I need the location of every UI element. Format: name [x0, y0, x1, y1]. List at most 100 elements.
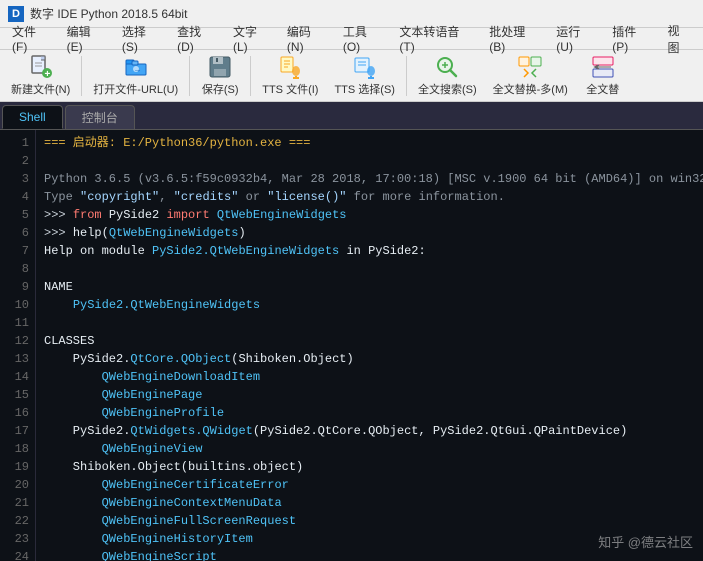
- line-number-16: 16: [6, 404, 29, 422]
- menu-item-f[interactable]: 文件(F): [4, 21, 59, 56]
- menu-item-b[interactable]: 批处理(B): [481, 21, 548, 56]
- code-line-5: >>> from PySide2 import QtWebEngineWidge…: [44, 206, 695, 224]
- replace-multi-label: 全文替换-多(M): [493, 81, 568, 97]
- tts-file-label: TTS 文件(I): [262, 81, 318, 97]
- save-label: 保存(S): [202, 81, 239, 97]
- line-number-20: 20: [6, 476, 29, 494]
- line-number-18: 18: [6, 440, 29, 458]
- code-line-12: CLASSES: [44, 332, 695, 350]
- code-line-23: QWebEngineHistoryItem: [44, 530, 695, 548]
- svg-text:→: →: [133, 65, 141, 74]
- replace-button[interactable]: 全文替: [577, 53, 629, 99]
- open-file-icon: →: [124, 55, 148, 79]
- toolbar-sep-3: [250, 56, 251, 96]
- toolbar-sep-4: [406, 56, 407, 96]
- tts-select-icon: [353, 55, 377, 79]
- save-button[interactable]: 保存(S): [194, 53, 246, 99]
- line-number-23: 23: [6, 530, 29, 548]
- menu-item-u[interactable]: 运行(U): [548, 21, 604, 56]
- search-icon: [435, 55, 459, 79]
- code-line-11: [44, 314, 695, 332]
- menu-item-n[interactable]: 编码(N): [279, 21, 335, 56]
- toolbar-sep-1: [81, 56, 82, 96]
- tts-file-icon: [278, 55, 302, 79]
- tts-select-label: TTS 选择(S): [334, 81, 395, 97]
- code-line-15: QWebEnginePage: [44, 386, 695, 404]
- code-line-9: NAME: [44, 278, 695, 296]
- toolbar-sep-2: [189, 56, 190, 96]
- code-line-18: QWebEngineView: [44, 440, 695, 458]
- code-area[interactable]: 1234567891011121314151617181920212223242…: [0, 130, 703, 561]
- search-button[interactable]: 全文搜索(S): [411, 53, 484, 99]
- code-line-21: QWebEngineContextMenuData: [44, 494, 695, 512]
- replace-multi-icon: [518, 55, 542, 79]
- menu-item-s[interactable]: 选择(S): [114, 21, 169, 56]
- line-number-24: 24: [6, 548, 29, 561]
- code-line-16: QWebEngineProfile: [44, 404, 695, 422]
- code-line-24: QWebEngineScript: [44, 548, 695, 561]
- line-number-9: 9: [6, 278, 29, 296]
- code-line-22: QWebEngineFullScreenRequest: [44, 512, 695, 530]
- menu-item-p[interactable]: 插件(P): [604, 21, 659, 56]
- line-number-22: 22: [6, 512, 29, 530]
- line-number-1: 1: [6, 134, 29, 152]
- line-number-12: 12: [6, 332, 29, 350]
- save-icon: [208, 55, 232, 79]
- open-file-label: 打开文件-URL(U): [93, 81, 178, 97]
- code-line-20: QWebEngineCertificateError: [44, 476, 695, 494]
- svg-text:+: +: [44, 69, 50, 79]
- replace-label: 全文替: [586, 81, 619, 97]
- new-file-button[interactable]: + 新建文件(N): [4, 53, 77, 99]
- code-line-13: PySide2.QtCore.QObject(Shiboken.Object): [44, 350, 695, 368]
- code-line-19: Shiboken.Object(builtins.object): [44, 458, 695, 476]
- line-number-13: 13: [6, 350, 29, 368]
- replace-icon: [591, 55, 615, 79]
- search-label: 全文搜索(S): [418, 81, 477, 97]
- code-line-17: PySide2.QtWidgets.QWidget(PySide2.QtCore…: [44, 422, 695, 440]
- menu-item-l[interactable]: 文字(L): [225, 21, 279, 56]
- toolbar: + 新建文件(N) → 打开文件-URL(U): [0, 50, 703, 102]
- code-lines: === 启动器: E:/Python36/python.exe === Pyth…: [36, 130, 703, 561]
- code-content: 1234567891011121314151617181920212223242…: [0, 130, 703, 561]
- line-number-21: 21: [6, 494, 29, 512]
- new-file-label: 新建文件(N): [11, 81, 70, 97]
- replace-multi-button[interactable]: 全文替换-多(M): [486, 53, 575, 99]
- line-number-10: 10: [6, 296, 29, 314]
- tab-bar: Shell控制台: [0, 102, 703, 130]
- code-line-7: Help on module PySide2.QtWebEngineWidget…: [44, 242, 695, 260]
- line-number-15: 15: [6, 386, 29, 404]
- line-number-11: 11: [6, 314, 29, 332]
- menu-item-o[interactable]: 工具(O): [335, 21, 392, 56]
- line-number-14: 14: [6, 368, 29, 386]
- code-line-3: Python 3.6.5 (v3.6.5:f59c0932b4, Mar 28 …: [44, 170, 695, 188]
- line-number-4: 4: [6, 188, 29, 206]
- code-line-2: [44, 152, 695, 170]
- code-line-8: [44, 260, 695, 278]
- code-line-14: QWebEngineDownloadItem: [44, 368, 695, 386]
- menu-item-t[interactable]: 文本转语音(T): [391, 21, 481, 56]
- code-line-4: Type "copyright", "credits" or "license(…: [44, 188, 695, 206]
- tab-Shell[interactable]: Shell: [2, 105, 63, 129]
- code-line-6: >>> help(QtWebEngineWidgets): [44, 224, 695, 242]
- app-icon: D: [8, 6, 24, 22]
- open-file-button[interactable]: → 打开文件-URL(U): [86, 53, 185, 99]
- code-line-1: === 启动器: E:/Python36/python.exe ===: [44, 134, 695, 152]
- line-number-3: 3: [6, 170, 29, 188]
- line-number-8: 8: [6, 260, 29, 278]
- menu-item-[interactable]: 视图: [659, 20, 699, 58]
- menu-item-d[interactable]: 查找(D): [169, 21, 225, 56]
- line-number-2: 2: [6, 152, 29, 170]
- line-number-17: 17: [6, 422, 29, 440]
- line-number-6: 6: [6, 224, 29, 242]
- tts-file-button[interactable]: TTS 文件(I): [255, 53, 325, 99]
- new-file-icon: +: [29, 55, 53, 79]
- tts-select-button[interactable]: TTS 选择(S): [327, 53, 402, 99]
- line-number-5: 5: [6, 206, 29, 224]
- line-number-19: 19: [6, 458, 29, 476]
- code-line-10: PySide2.QtWebEngineWidgets: [44, 296, 695, 314]
- menu-bar: 文件(F)编辑(E)选择(S)查找(D)文字(L)编码(N)工具(O)文本转语音…: [0, 28, 703, 50]
- tab-控制台[interactable]: 控制台: [65, 105, 135, 129]
- window-title: 数字 IDE Python 2018.5 64bit: [30, 5, 187, 22]
- menu-item-e[interactable]: 编辑(E): [59, 21, 114, 56]
- line-number-7: 7: [6, 242, 29, 260]
